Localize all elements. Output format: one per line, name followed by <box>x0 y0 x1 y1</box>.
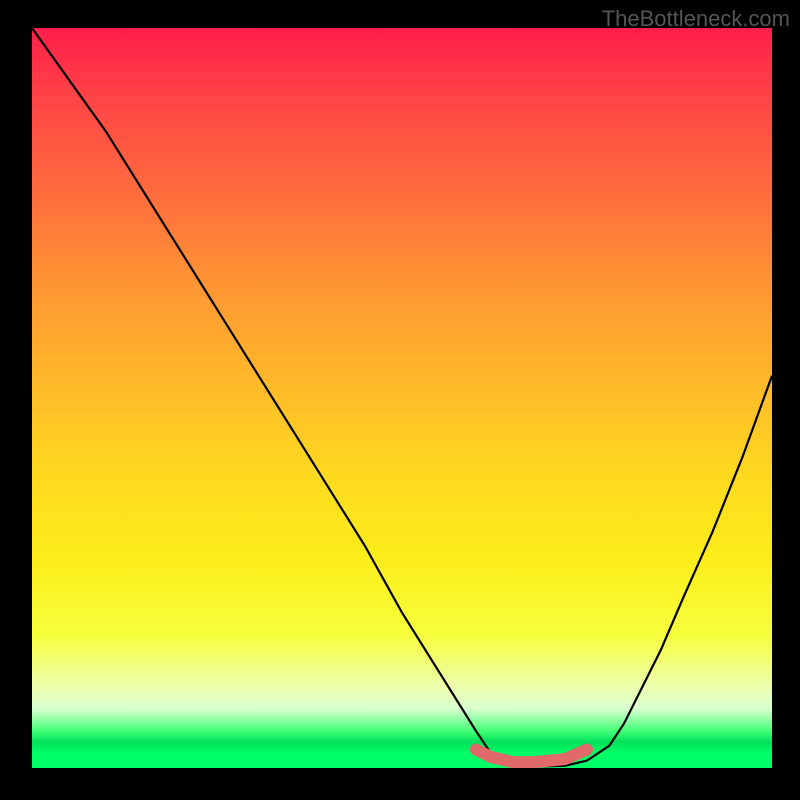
chart-gradient-background <box>32 28 772 768</box>
chart-plot-area <box>32 28 772 768</box>
watermark-label: TheBottleneck.com <box>602 6 790 32</box>
